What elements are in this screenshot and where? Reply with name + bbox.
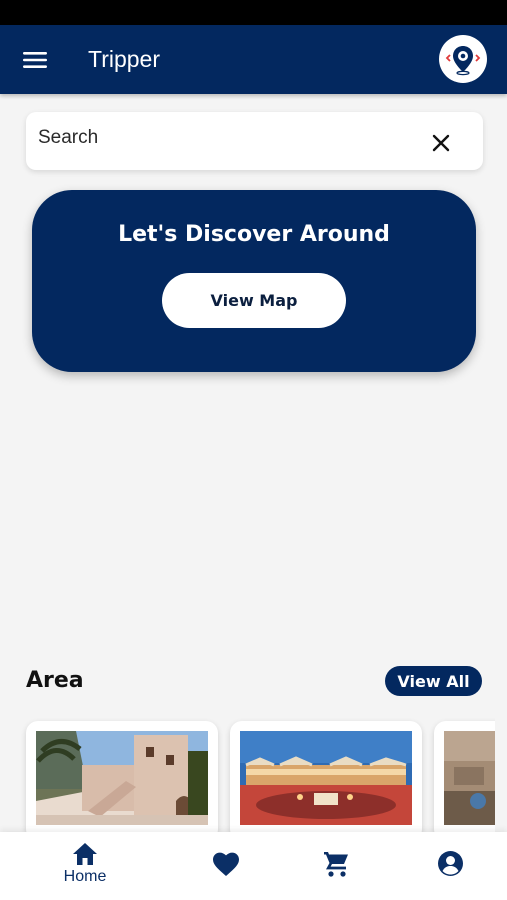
- area-section-title: Area: [26, 668, 84, 693]
- area-card-image: [240, 731, 412, 825]
- nav-favorites[interactable]: [186, 842, 266, 892]
- banner-title: Let's Discover Around: [118, 222, 390, 247]
- close-icon: [432, 134, 450, 152]
- account-icon: [437, 851, 463, 876]
- search-bar: [26, 112, 483, 170]
- discover-banner: Let's Discover Around View Map: [32, 190, 476, 372]
- location-pin-icon: [445, 46, 481, 76]
- area-card[interactable]: [26, 721, 218, 841]
- area-carousel[interactable]: [0, 712, 495, 842]
- area-card-image: [36, 731, 208, 825]
- app-logo[interactable]: [439, 35, 487, 83]
- nav-home[interactable]: Home: [45, 842, 125, 892]
- clear-search-button[interactable]: [428, 130, 454, 156]
- search-input[interactable]: [38, 122, 408, 154]
- app-title: Tripper: [88, 46, 160, 72]
- heart-icon: [213, 852, 239, 876]
- area-card-image: [444, 731, 495, 825]
- home-icon: [73, 843, 97, 865]
- bottom-navigation: Home: [0, 832, 507, 900]
- app-bar: Tripper: [0, 25, 507, 94]
- view-all-button[interactable]: View All: [385, 666, 482, 696]
- view-map-button[interactable]: View Map: [162, 273, 346, 328]
- nav-home-label: Home: [63, 868, 107, 885]
- menu-button[interactable]: [18, 46, 52, 74]
- hamburger-icon: [23, 52, 47, 68]
- status-bar: [0, 0, 507, 25]
- nav-account[interactable]: [410, 842, 490, 892]
- area-card[interactable]: [230, 721, 422, 841]
- cart-icon: [324, 852, 348, 877]
- nav-cart[interactable]: [297, 842, 377, 892]
- area-card[interactable]: [434, 721, 495, 841]
